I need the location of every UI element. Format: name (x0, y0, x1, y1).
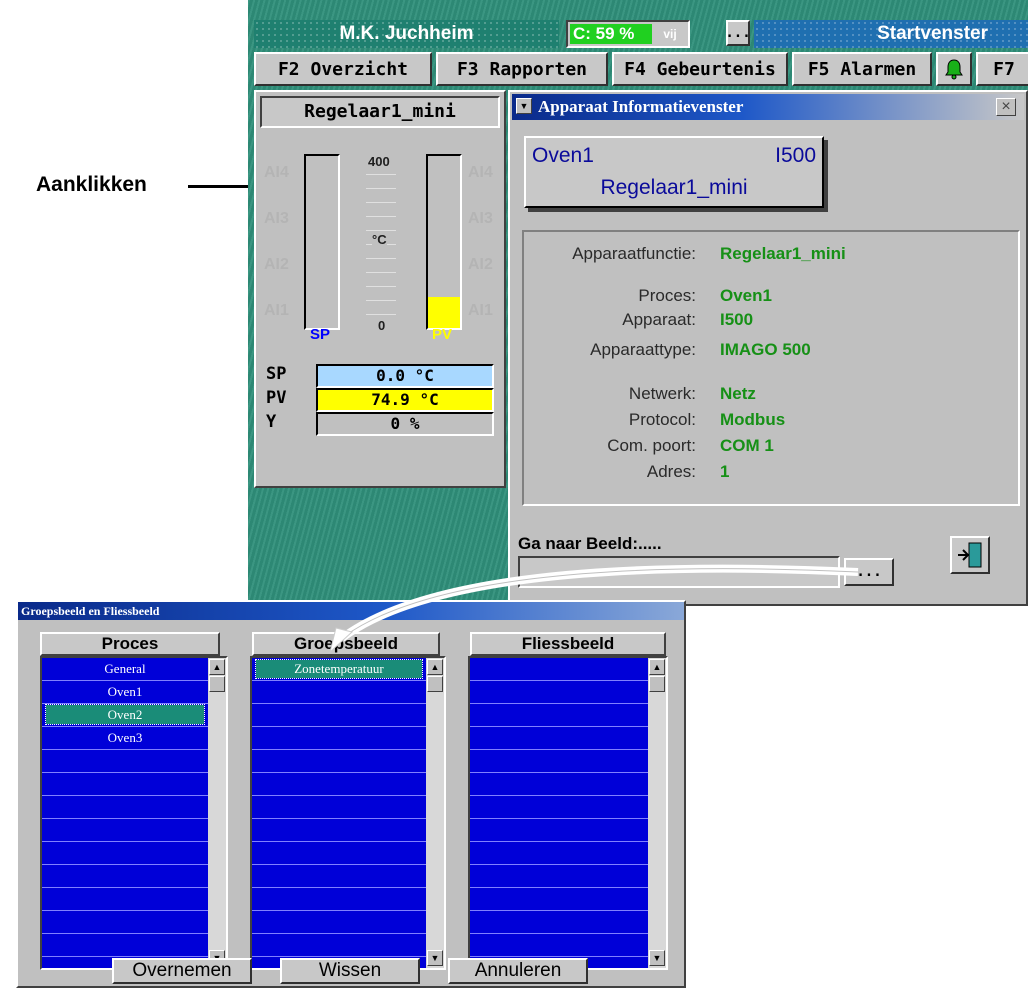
connector-arrow (329, 564, 859, 654)
arrow-head (329, 627, 354, 654)
